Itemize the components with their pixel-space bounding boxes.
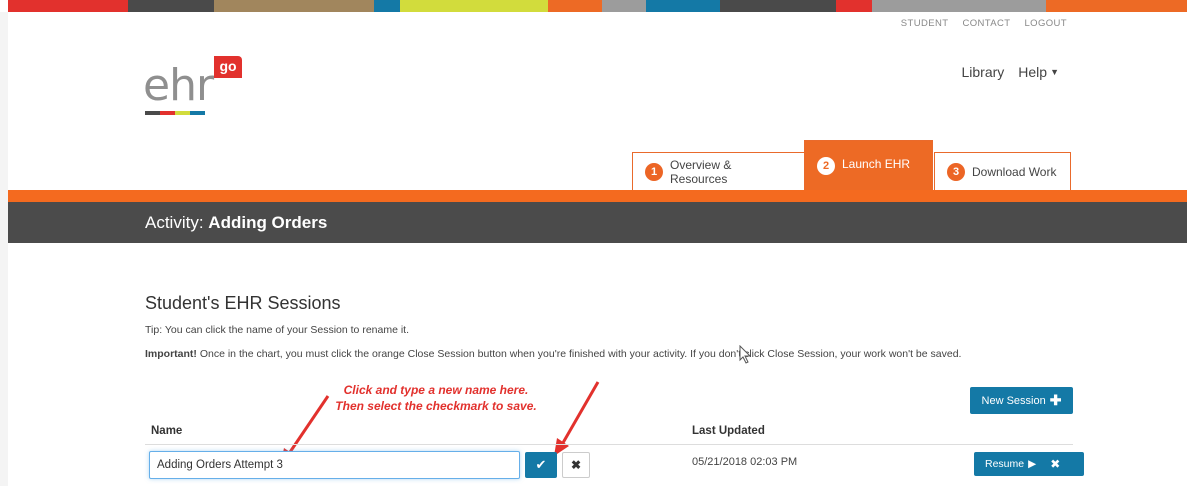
session-name-input[interactable] xyxy=(149,451,520,479)
column-header-name: Name xyxy=(151,425,183,437)
step-number-badge: 2 xyxy=(817,157,835,175)
brand-color-strip xyxy=(0,0,1187,12)
close-icon: ✖ xyxy=(1050,457,1061,471)
column-header-last-updated: Last Updated xyxy=(692,425,765,437)
delete-session-button[interactable]: ✖ xyxy=(1050,457,1060,471)
activity-tabs: 1 Overview & Resources 2 Launch EHR 3 Do… xyxy=(8,140,1187,190)
top-utility-nav: STUDENT CONTACT LOGOUT xyxy=(901,18,1067,29)
resume-button[interactable]: Resume ▶ xyxy=(974,458,1036,470)
logo-stripe xyxy=(175,111,190,115)
help-menu[interactable]: Help ▼ xyxy=(1018,64,1059,80)
tab-label: Launch EHR xyxy=(842,157,911,171)
logo-stripe xyxy=(160,111,175,115)
contact-link[interactable]: CONTACT xyxy=(962,18,1010,29)
color-segment xyxy=(836,0,872,12)
logout-link[interactable]: LOGOUT xyxy=(1024,18,1067,29)
logo-stripe xyxy=(145,111,160,115)
activity-header: Activity: Adding Orders xyxy=(8,202,1187,243)
save-name-button[interactable]: ✔ xyxy=(525,452,557,478)
resume-label: Resume xyxy=(985,458,1025,470)
tab-label: Overview & Resources xyxy=(670,157,732,186)
tab-download-work[interactable]: 3 Download Work xyxy=(934,152,1071,190)
pointer-shape xyxy=(739,345,752,364)
tab-overview-resources[interactable]: 1 Overview & Resources xyxy=(632,152,805,190)
color-segment xyxy=(214,0,374,12)
logo-stripe xyxy=(190,111,205,115)
tab-label: Download Work xyxy=(972,164,1057,179)
color-segment xyxy=(128,0,214,12)
color-segment xyxy=(400,0,548,12)
last-updated-value: 05/21/2018 02:03 PM xyxy=(692,456,798,468)
annotation-line: Then select the checkmark to save. xyxy=(335,399,537,413)
tab-launch-ehr[interactable]: 2 Launch EHR xyxy=(804,140,933,190)
ehr-go-logo[interactable]: ehr go xyxy=(143,52,253,122)
annotation-line: Click and type a new name here. xyxy=(343,383,529,397)
play-icon: ▶ xyxy=(1028,458,1037,470)
plus-icon: ✚ xyxy=(1049,392,1062,408)
step-number-badge: 3 xyxy=(947,162,965,181)
important-text: Once in the chart, you must click the or… xyxy=(196,348,962,360)
color-segment xyxy=(1046,0,1187,12)
student-link[interactable]: STUDENT xyxy=(901,18,949,29)
instruction-annotation: Click and type a new name here. Then sel… xyxy=(326,382,546,414)
rename-tip: Tip: You can click the name of your Sess… xyxy=(145,324,410,336)
color-segment xyxy=(872,0,1046,12)
color-segment xyxy=(602,0,646,12)
logo-stripes xyxy=(145,111,205,115)
color-segment xyxy=(646,0,720,12)
sessions-table-header: Name Last Updated xyxy=(145,422,1073,445)
step-number-badge: 1 xyxy=(645,162,663,181)
caret-down-icon: ▼ xyxy=(1050,67,1059,77)
color-segment xyxy=(0,0,8,12)
logo-badge: go xyxy=(214,56,242,78)
logo-text: ehr xyxy=(143,60,214,111)
library-link[interactable]: Library xyxy=(961,64,1004,80)
new-session-button[interactable]: New Session ✚ xyxy=(970,387,1073,414)
activity-title: Activity: Adding Orders xyxy=(145,213,327,233)
help-label: Help xyxy=(1018,64,1048,80)
page-container: STUDENT CONTACT LOGOUT ehr go Library He… xyxy=(8,12,1187,486)
sessions-heading: Student's EHR Sessions xyxy=(145,293,341,313)
color-segment xyxy=(548,0,602,12)
checkmark-icon: ✔ xyxy=(535,457,547,472)
session-actions: Resume ▶ ✖ xyxy=(974,452,1084,476)
cancel-rename-button[interactable]: ✖ xyxy=(562,452,590,478)
important-notice: Important! Once in the chart, you must c… xyxy=(145,347,1050,362)
color-segment xyxy=(720,0,836,12)
new-session-label: New Session xyxy=(981,394,1046,407)
close-icon: ✖ xyxy=(570,458,582,472)
color-segment xyxy=(374,0,400,12)
table-row: ✔ ✖ 05/21/2018 02:03 PM Resume▶ ✖ xyxy=(145,445,1084,486)
orange-divider xyxy=(8,190,1187,202)
mouse-pointer-icon xyxy=(739,345,752,364)
activity-prefix: Activity: xyxy=(145,213,204,232)
important-label: Important! xyxy=(145,348,197,360)
main-menu: Library Help ▼ xyxy=(961,64,1059,80)
activity-name: Adding Orders xyxy=(208,213,328,232)
color-segment xyxy=(8,0,128,12)
